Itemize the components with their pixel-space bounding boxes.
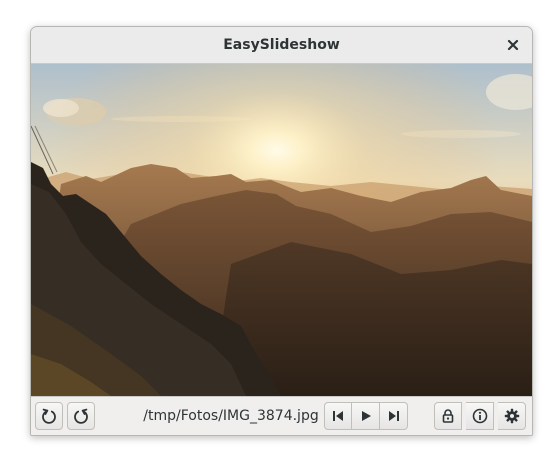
play-button[interactable] bbox=[352, 402, 380, 430]
lock-icon bbox=[442, 409, 454, 423]
window-title: EasySlideshow bbox=[223, 37, 340, 53]
title-bar[interactable]: EasySlideshow bbox=[31, 27, 532, 64]
play-icon bbox=[361, 411, 371, 421]
close-button[interactable] bbox=[502, 34, 524, 56]
rotate-right-icon bbox=[74, 408, 88, 424]
skip-previous-icon bbox=[333, 411, 343, 421]
info-icon bbox=[472, 408, 487, 424]
next-button[interactable] bbox=[380, 402, 408, 430]
current-filename: /tmp/Fotos/IMG_3874.jpg bbox=[143, 408, 319, 424]
rotate-right-button[interactable] bbox=[67, 402, 95, 430]
gear-icon bbox=[504, 408, 519, 424]
close-icon bbox=[507, 39, 519, 51]
rotate-left-button[interactable] bbox=[35, 402, 63, 430]
bottom-toolbar: /tmp/Fotos/IMG_3874.jpg bbox=[31, 396, 532, 435]
previous-button[interactable] bbox=[324, 402, 352, 430]
info-button[interactable] bbox=[466, 402, 494, 430]
slideshow-image bbox=[31, 64, 532, 396]
rotate-left-icon bbox=[42, 408, 56, 424]
settings-button[interactable] bbox=[498, 402, 526, 430]
skip-next-icon bbox=[388, 411, 399, 421]
app-window: EasySlideshow /tmp/Fotos/IMG_3874.jpg bbox=[30, 26, 533, 436]
lock-button[interactable] bbox=[434, 402, 462, 430]
